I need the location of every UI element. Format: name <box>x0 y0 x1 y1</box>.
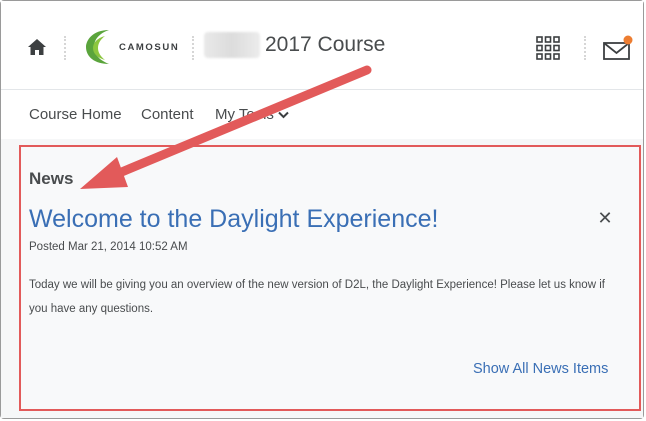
grid-icon[interactable] <box>536 36 560 60</box>
news-item-title[interactable]: Welcome to the Daylight Experience! <box>29 205 438 234</box>
separator <box>64 36 66 60</box>
nav-my-tools[interactable]: My Tools <box>215 106 289 123</box>
chevron-down-icon <box>278 111 289 119</box>
separator <box>584 36 586 60</box>
separator <box>192 36 194 60</box>
logo-text: CAMOSUN <box>119 42 179 53</box>
home-icon[interactable] <box>27 38 47 56</box>
nav-course-home[interactable]: Course Home <box>29 106 122 123</box>
nav-my-tools-label: My Tools <box>215 106 274 123</box>
news-posted-date: Posted Mar 21, 2014 10:52 AM <box>29 241 188 253</box>
notification-dot <box>623 35 633 45</box>
news-body: Today we will be giving you an overview … <box>29 279 605 315</box>
course-title[interactable]: 2017 Course <box>265 33 385 57</box>
camosun-logo[interactable]: CAMOSUN <box>83 24 183 68</box>
mail-icon[interactable] <box>602 34 636 62</box>
nav-content[interactable]: Content <box>141 106 194 123</box>
news-heading: News <box>29 169 74 188</box>
redacted-course-code <box>204 32 260 58</box>
close-icon[interactable]: ✕ <box>596 209 614 227</box>
show-all-news-link[interactable]: Show All News Items <box>473 361 608 377</box>
